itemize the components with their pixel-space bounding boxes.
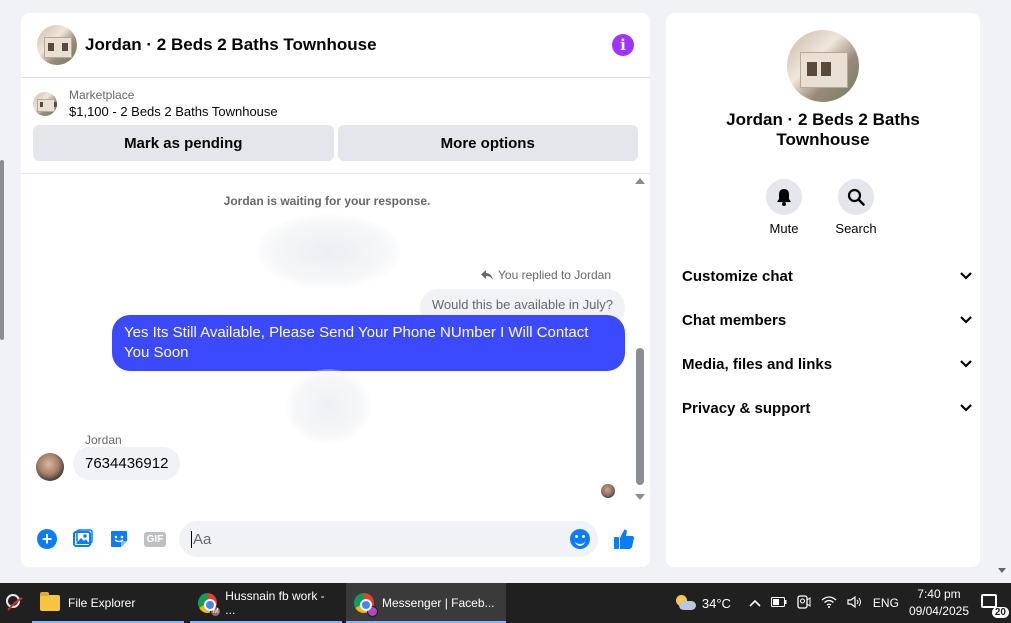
section-label: Customize chat: [682, 267, 793, 285]
message-list: Jordan is waiting for your response. You…: [21, 174, 650, 507]
weather-icon: [674, 595, 696, 611]
speaker-icon[interactable]: [847, 595, 863, 611]
profile-badge: M: [210, 606, 222, 617]
more-actions-button[interactable]: +: [29, 521, 65, 557]
section-label: Media, files and links: [682, 355, 833, 373]
like-button[interactable]: [606, 521, 642, 557]
search-icon: [847, 188, 865, 206]
scroll-thumb[interactable]: [636, 348, 644, 485]
listing-price-title[interactable]: $1,100 - 2 Beds 2 Baths Townhouse: [69, 104, 278, 119]
emoji-icon[interactable]: [570, 529, 590, 549]
chat-header: Jordan · 2 Beds 2 Baths Townhouse i: [21, 13, 650, 78]
info-actions: Mute Search: [766, 179, 877, 236]
waiting-notice: Jordan is waiting for your response.: [223, 194, 431, 208]
start-button[interactable]: [0, 583, 32, 623]
replied-indicator: You replied to Jordan: [481, 268, 611, 282]
mute-label: Mute: [769, 221, 799, 236]
section-media-files-links[interactable]: Media, files and links: [682, 342, 972, 386]
chevron-down-icon: [960, 404, 972, 412]
sender-avatar[interactable]: [36, 453, 64, 481]
message-input-placeholder[interactable]: Aa: [191, 530, 570, 548]
chat-title[interactable]: Jordan · 2 Beds 2 Baths Townhouse: [85, 35, 612, 55]
replied-text: You replied to Jordan: [498, 268, 611, 282]
taskbar-chrome-messenger[interactable]: Messenger | Faceb...: [346, 583, 506, 623]
chevron-up-icon[interactable]: [749, 596, 761, 610]
seen-avatar: [601, 484, 615, 498]
clock[interactable]: 7:40 pm 09/04/2025: [909, 586, 969, 620]
sender-name: Jordan: [85, 433, 122, 447]
conversation-info-panel: Jordan · 2 Beds 2 Baths Townhouse Mute S…: [666, 13, 980, 567]
battery-icon[interactable]: [770, 596, 787, 610]
info-sections: Customize chat Chat members Media, files…: [682, 254, 972, 430]
temperature: 34°C: [701, 595, 731, 611]
weather-widget[interactable]: 34°C: [674, 595, 731, 611]
taskbar-app-label: Hussnain fb work - ...: [225, 589, 325, 617]
taskbar-chrome-hussnain[interactable]: M Hussnain fb work - ...: [190, 583, 342, 623]
section-label: Privacy & support: [682, 399, 811, 417]
bell-icon: [777, 189, 791, 206]
blurred-content: [256, 214, 401, 289]
sticker-button[interactable]: [101, 521, 137, 557]
taskbar-app-label: File Explorer: [68, 596, 136, 610]
search-label: Search: [835, 221, 877, 236]
language-indicator[interactable]: ENG: [873, 596, 899, 610]
listing-source: Marketplace: [69, 88, 135, 102]
message-scrollbar[interactable]: [635, 178, 645, 500]
section-label: Chat members: [682, 311, 787, 329]
reply-icon: [481, 270, 494, 280]
wifi-icon[interactable]: [821, 595, 837, 611]
taskbar-app-label: Messenger | Faceb...: [382, 596, 495, 610]
search-button[interactable]: Search: [835, 179, 877, 236]
attach-media-button[interactable]: [65, 521, 101, 557]
gif-button[interactable]: GIF: [137, 521, 173, 557]
chrome-icon: [354, 593, 378, 617]
taskbar-file-explorer[interactable]: File Explorer: [32, 583, 184, 623]
info-icon[interactable]: i: [612, 34, 634, 56]
message-input[interactable]: Aa: [179, 521, 598, 557]
section-chat-members[interactable]: Chat members: [682, 298, 972, 342]
more-options-button[interactable]: More options: [337, 125, 638, 161]
notification-icon: [981, 594, 997, 608]
thumbs-up-icon: [614, 529, 634, 549]
gif-icon: GIF: [143, 531, 167, 547]
outgoing-message[interactable]: Yes Its Still Available, Please Send You…: [112, 315, 625, 371]
notification-button[interactable]: 20: [979, 593, 1009, 618]
info-title: Jordan · 2 Beds 2 Baths Townhouse: [726, 110, 920, 149]
start-icon: [6, 594, 23, 611]
camera-icon[interactable]: [797, 594, 811, 612]
scroll-up-arrow-icon[interactable]: [635, 178, 645, 184]
info-avatar[interactable]: [787, 30, 859, 102]
clock-time: 7:40 pm: [917, 587, 961, 601]
incoming-message[interactable]: 7634436912: [73, 447, 181, 480]
notification-count: 20: [991, 607, 1009, 618]
blurred-content: [286, 369, 371, 444]
taskbar: File Explorer M Hussnain fb work - ... M…: [0, 583, 1011, 623]
listing-avatar[interactable]: [37, 25, 77, 65]
listing-thumbnail[interactable]: [33, 91, 57, 116]
section-customize-chat[interactable]: Customize chat: [682, 254, 972, 298]
chat-panel: Jordan · 2 Beds 2 Baths Townhouse i Mark…: [21, 13, 650, 567]
chevron-down-icon: [960, 360, 972, 368]
page-scroll-down-arrow-icon[interactable]: [998, 568, 1006, 573]
plus-icon: +: [37, 529, 57, 549]
section-privacy-support[interactable]: Privacy & support: [682, 386, 972, 430]
scroll-down-arrow-icon[interactable]: [635, 494, 645, 500]
left-window-edge: [0, 160, 4, 340]
sticker-icon: [111, 531, 127, 547]
folder-icon: [40, 592, 60, 611]
chrome-icon: M: [198, 593, 222, 617]
profile-badge: [367, 606, 378, 617]
composer: + GIF Aa: [21, 511, 650, 567]
image-icon: [73, 529, 93, 547]
clock-date: 09/04/2025: [908, 604, 969, 618]
system-tray: 34°C ENG 7:40 pm 09/04/2025 20: [674, 586, 1011, 620]
mark-pending-button[interactable]: Mark as pending: [33, 125, 334, 161]
chevron-down-icon: [960, 272, 972, 280]
mute-button[interactable]: Mute: [766, 179, 802, 236]
chevron-down-icon: [960, 316, 972, 324]
listing-card: Marketplace $1,100 - 2 Beds 2 Baths Town…: [21, 78, 650, 174]
